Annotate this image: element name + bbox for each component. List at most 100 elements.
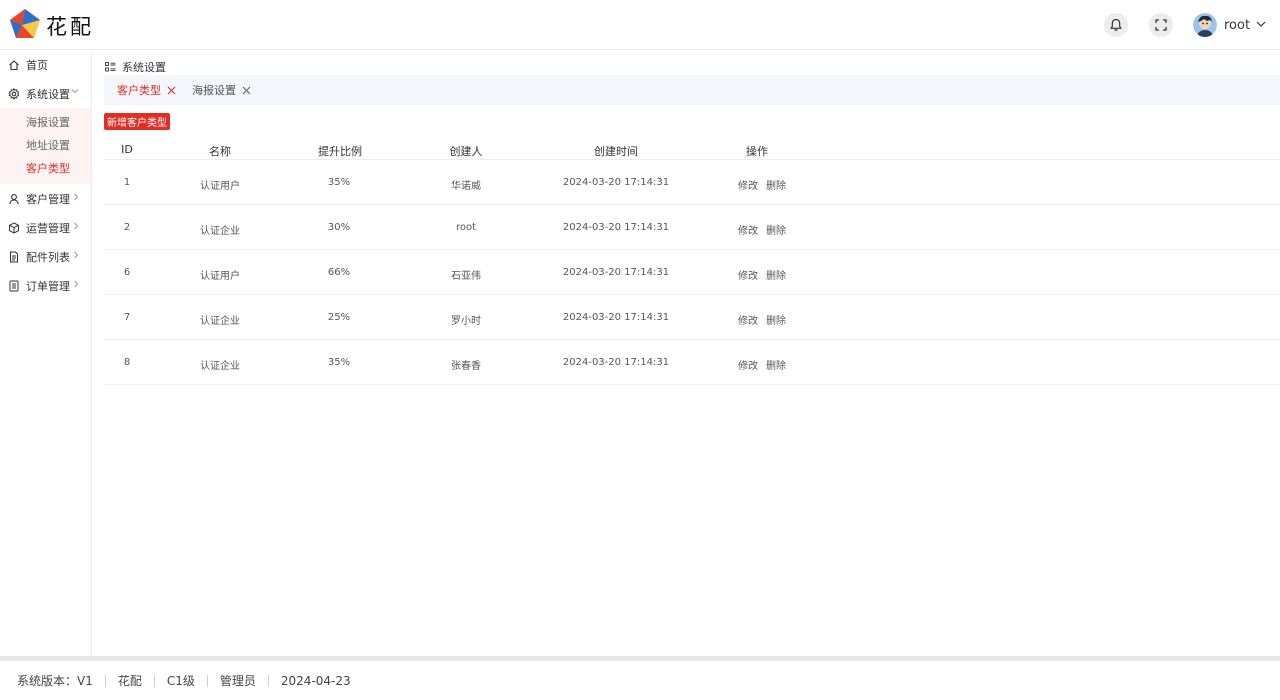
menu-fold-icon[interactable] bbox=[105, 62, 116, 72]
footer-date: 2024-04-23 bbox=[280, 673, 351, 688]
document-icon bbox=[8, 251, 20, 263]
customer-types-table: ID 名称 提升比例 创建人 创建时间 操作 1 认证用户 35% 华诺威 20… bbox=[104, 139, 1280, 385]
top-header: 花配 root bbox=[0, 0, 1280, 50]
cell-creator: root bbox=[455, 222, 477, 233]
sidebar-item-label: 配件列表 bbox=[26, 250, 70, 264]
column-header-created-time: 创建时间 bbox=[594, 145, 638, 158]
sidebar-item-label: 系统设置 bbox=[26, 87, 70, 101]
sidebar-item-operations-management[interactable]: 运营管理 bbox=[0, 213, 91, 242]
footer-role: 管理员 bbox=[219, 674, 256, 688]
cell-id: 7 bbox=[123, 312, 131, 323]
fullscreen-button[interactable] bbox=[1149, 13, 1173, 37]
sidebar-item-customer-types[interactable]: 客户类型 bbox=[0, 157, 91, 180]
sidebar: 首页 系统设置 海报设置 地址设置 客户类型 客户管理 运营管理 配件列表 订单… bbox=[0, 51, 92, 656]
footer-separator bbox=[153, 674, 155, 687]
row-actions: 修改 删除 bbox=[738, 357, 794, 372]
delete-button[interactable]: 删除 bbox=[766, 361, 786, 372]
cell-name: 认证企业 bbox=[200, 316, 240, 327]
tab-customer-types[interactable]: 客户类型 bbox=[117, 75, 176, 105]
edit-button[interactable]: 修改 bbox=[738, 181, 758, 192]
cell-ratio: 30% bbox=[327, 222, 351, 233]
delete-button[interactable]: 删除 bbox=[766, 271, 786, 282]
breadcrumb-label: 系统设置 bbox=[122, 61, 166, 74]
user-icon bbox=[8, 193, 20, 205]
delete-button[interactable]: 删除 bbox=[766, 226, 786, 237]
edit-button[interactable]: 修改 bbox=[738, 361, 758, 372]
user-name: root bbox=[1224, 17, 1251, 33]
sidebar-item-address-settings[interactable]: 地址设置 bbox=[0, 134, 91, 157]
chevron-right-icon bbox=[74, 280, 79, 288]
cell-creator: 石亚伟 bbox=[451, 271, 481, 282]
row-actions: 修改 删除 bbox=[738, 312, 794, 327]
cell-created-time: 2024-03-20 17:14:31 bbox=[562, 222, 670, 233]
edit-button[interactable]: 修改 bbox=[738, 271, 758, 282]
cell-id: 8 bbox=[123, 357, 131, 368]
home-icon bbox=[8, 59, 20, 71]
cell-ratio: 66% bbox=[327, 267, 351, 278]
table-row: 2 认证企业 30% root 2024-03-20 17:14:31 修改 删除 bbox=[104, 205, 1280, 250]
table-row: 8 认证企业 35% 张春香 2024-03-20 17:14:31 修改 删除 bbox=[104, 340, 1280, 385]
sidebar-item-label: 运营管理 bbox=[26, 221, 70, 235]
avatar bbox=[1193, 13, 1217, 37]
cell-creator: 罗小时 bbox=[451, 316, 481, 327]
tab-poster-settings[interactable]: 海报设置 bbox=[192, 75, 251, 105]
chevron-down-icon bbox=[71, 89, 79, 94]
page-tabs: 客户类型 海报设置 bbox=[104, 75, 1280, 105]
sidebar-item-order-management[interactable]: 订单管理 bbox=[0, 271, 91, 300]
sidebar-item-label: 首页 bbox=[26, 59, 48, 72]
cell-created-time: 2024-03-20 17:14:31 bbox=[562, 267, 670, 278]
sidebar-item-system-settings[interactable]: 系统设置 bbox=[0, 79, 91, 108]
chevron-down-icon bbox=[1256, 21, 1266, 27]
cell-name: 认证用户 bbox=[200, 181, 240, 192]
delete-button[interactable]: 删除 bbox=[766, 316, 786, 327]
sidebar-item-poster-settings[interactable]: 海报设置 bbox=[0, 111, 91, 134]
breadcrumb: 系统设置 bbox=[105, 59, 166, 75]
tab-label: 海报设置 bbox=[192, 84, 236, 97]
edit-button[interactable]: 修改 bbox=[738, 226, 758, 237]
footer-app-name: 花配 bbox=[117, 674, 142, 688]
chevron-right-icon bbox=[74, 251, 79, 259]
sidebar-item-home[interactable]: 首页 bbox=[0, 51, 91, 79]
footer-separator bbox=[104, 674, 106, 687]
bell-icon bbox=[1110, 18, 1122, 31]
gear-icon bbox=[8, 87, 20, 100]
list-icon bbox=[8, 280, 20, 292]
edit-button[interactable]: 修改 bbox=[738, 316, 758, 327]
row-actions: 修改 删除 bbox=[738, 222, 794, 237]
tab-label: 客户类型 bbox=[117, 84, 161, 97]
brand-name: 花配 bbox=[46, 15, 94, 39]
column-header-id: ID bbox=[121, 143, 133, 156]
cell-ratio: 35% bbox=[327, 177, 351, 188]
sidebar-item-label: 订单管理 bbox=[26, 279, 70, 293]
cell-ratio: 35% bbox=[327, 357, 351, 368]
sidebar-item-parts-list[interactable]: 配件列表 bbox=[0, 242, 91, 271]
cell-name: 认证企业 bbox=[200, 361, 240, 372]
cell-creator: 张春香 bbox=[451, 361, 481, 372]
footer-separator bbox=[206, 674, 208, 687]
close-icon[interactable] bbox=[167, 86, 176, 95]
footer-version: 系统版本：V1 bbox=[17, 674, 93, 688]
logo-icon bbox=[10, 9, 40, 38]
sidebar-item-customer-management[interactable]: 客户管理 bbox=[0, 184, 91, 213]
column-header-name: 名称 bbox=[209, 145, 231, 158]
table-row: 7 认证企业 25% 罗小时 2024-03-20 17:14:31 修改 删除 bbox=[104, 295, 1280, 340]
column-header-ratio: 提升比例 bbox=[318, 145, 362, 158]
close-icon[interactable] bbox=[242, 86, 251, 95]
table-row: 6 认证用户 66% 石亚伟 2024-03-20 17:14:31 修改 删除 bbox=[104, 250, 1280, 295]
chevron-right-icon bbox=[74, 222, 79, 230]
user-menu[interactable]: root bbox=[1193, 13, 1266, 37]
cell-created-time: 2024-03-20 17:14:31 bbox=[562, 312, 670, 323]
cell-ratio: 25% bbox=[327, 312, 351, 323]
system-settings-submenu: 海报设置 地址设置 客户类型 bbox=[0, 108, 91, 184]
footer: 系统版本：V1 花配 C1级 管理员 2024-04-23 bbox=[0, 661, 1280, 700]
row-actions: 修改 删除 bbox=[738, 177, 794, 192]
table-row: 1 认证用户 35% 华诺威 2024-03-20 17:14:31 修改 删除 bbox=[104, 160, 1280, 205]
sidebar-item-label: 客户管理 bbox=[26, 192, 70, 206]
chevron-right-icon bbox=[74, 193, 79, 201]
cube-icon bbox=[8, 221, 20, 234]
delete-button[interactable]: 删除 bbox=[766, 181, 786, 192]
row-actions: 修改 删除 bbox=[738, 267, 794, 282]
add-customer-type-button[interactable]: 新增客户类型 bbox=[104, 113, 170, 130]
notification-button[interactable] bbox=[1104, 13, 1128, 37]
cell-created-time: 2024-03-20 17:14:31 bbox=[562, 357, 670, 368]
